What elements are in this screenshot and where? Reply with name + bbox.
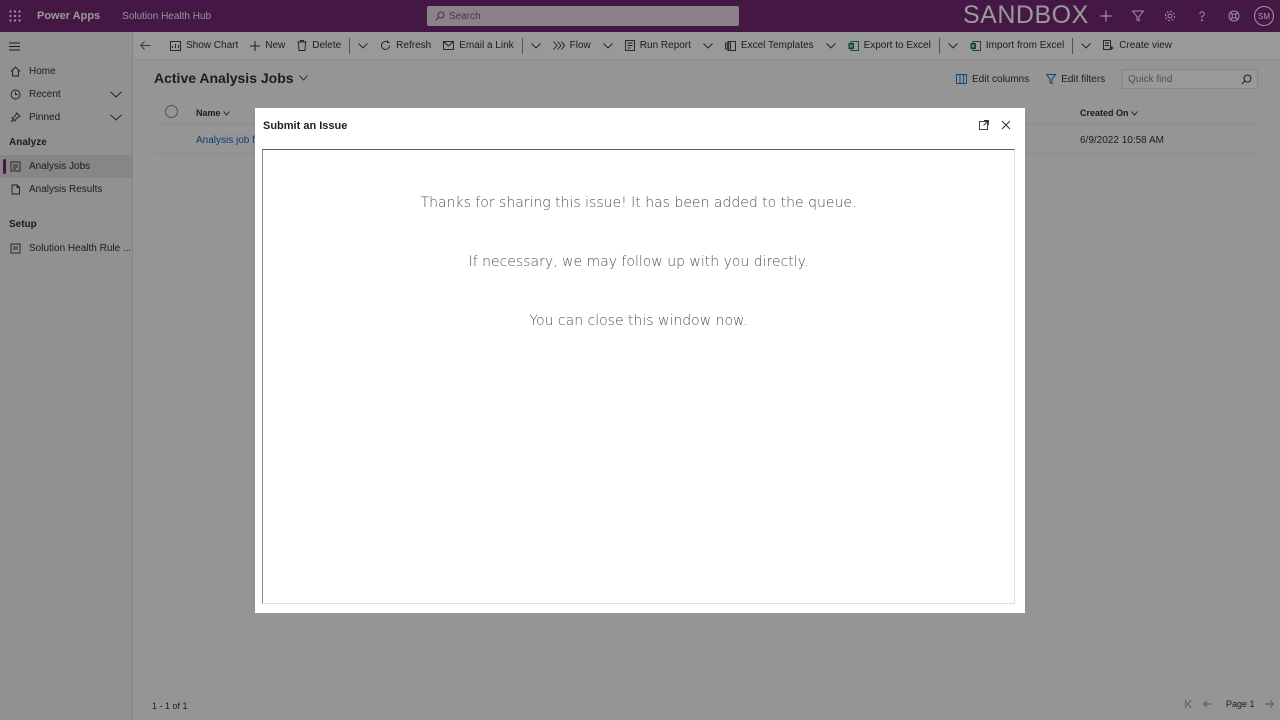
follow-up-message: If necessary, we may follow up with you …	[468, 254, 809, 270]
close-window-message: You can close this window now.	[529, 313, 748, 329]
open-in-new-window-icon[interactable]	[979, 120, 989, 133]
confirmation-message: Thanks for sharing this issue! It has be…	[420, 195, 857, 211]
close-icon[interactable]	[1001, 120, 1011, 133]
dialog-content-frame: Thanks for sharing this issue! It has be…	[262, 149, 1015, 604]
dialog-title: Submit an Issue	[263, 120, 348, 132]
submit-issue-dialog: Submit an Issue Thanks for sharing this …	[255, 108, 1025, 613]
